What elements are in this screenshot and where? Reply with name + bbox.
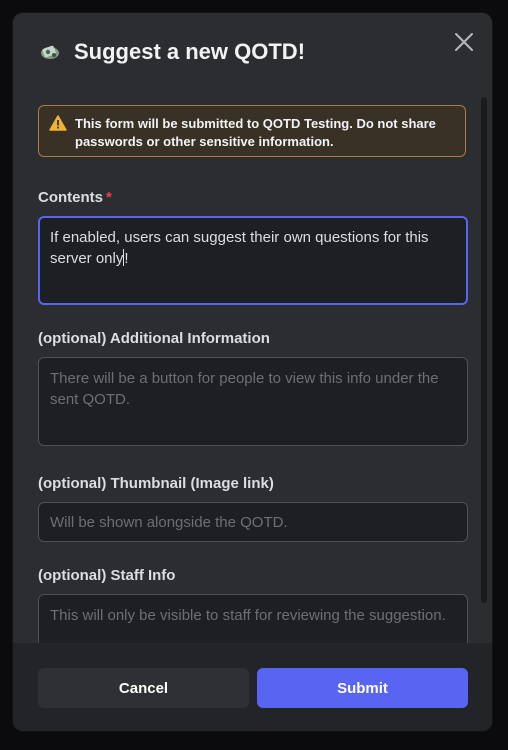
- submit-button[interactable]: Submit: [257, 668, 468, 708]
- modal-title: Suggest a new QOTD!: [74, 39, 306, 64]
- contents-input[interactable]: If enabled, users can suggest their own …: [38, 216, 468, 305]
- thumbnail-input[interactable]: Will be shown alongside the QOTD.: [38, 502, 468, 542]
- suggest-qotd-modal: Suggest a new QOTD! This form will be su…: [13, 13, 492, 731]
- thumbnail-label: (optional) Thumbnail (Image link): [38, 475, 274, 492]
- modal-footer: Cancel Submit: [13, 643, 492, 731]
- contents-label: Contents *: [38, 189, 112, 206]
- required-mark: *: [106, 189, 112, 206]
- close-icon[interactable]: [453, 31, 475, 53]
- warning-notice: This form will be submitted to QOTD Test…: [38, 105, 466, 157]
- notice-text: This form will be submitted to QOTD Test…: [75, 116, 436, 149]
- modal-body: This form will be submitted to QOTD Test…: [13, 93, 492, 643]
- warning-icon: [49, 115, 67, 131]
- additional-info-label: (optional) Additional Information: [38, 330, 270, 347]
- additional-info-input[interactable]: There will be a button for people to vie…: [38, 357, 468, 446]
- server-name: QOTD Testing: [262, 116, 350, 131]
- scrollbar[interactable]: [481, 97, 487, 603]
- staff-info-label: (optional) Staff Info: [38, 567, 176, 584]
- modal-header: Suggest a new QOTD!: [13, 13, 492, 94]
- cancel-button[interactable]: Cancel: [38, 668, 249, 708]
- bot-avatar-icon: [41, 45, 59, 59]
- staff-info-input[interactable]: This will only be visible to staff for r…: [38, 594, 468, 643]
